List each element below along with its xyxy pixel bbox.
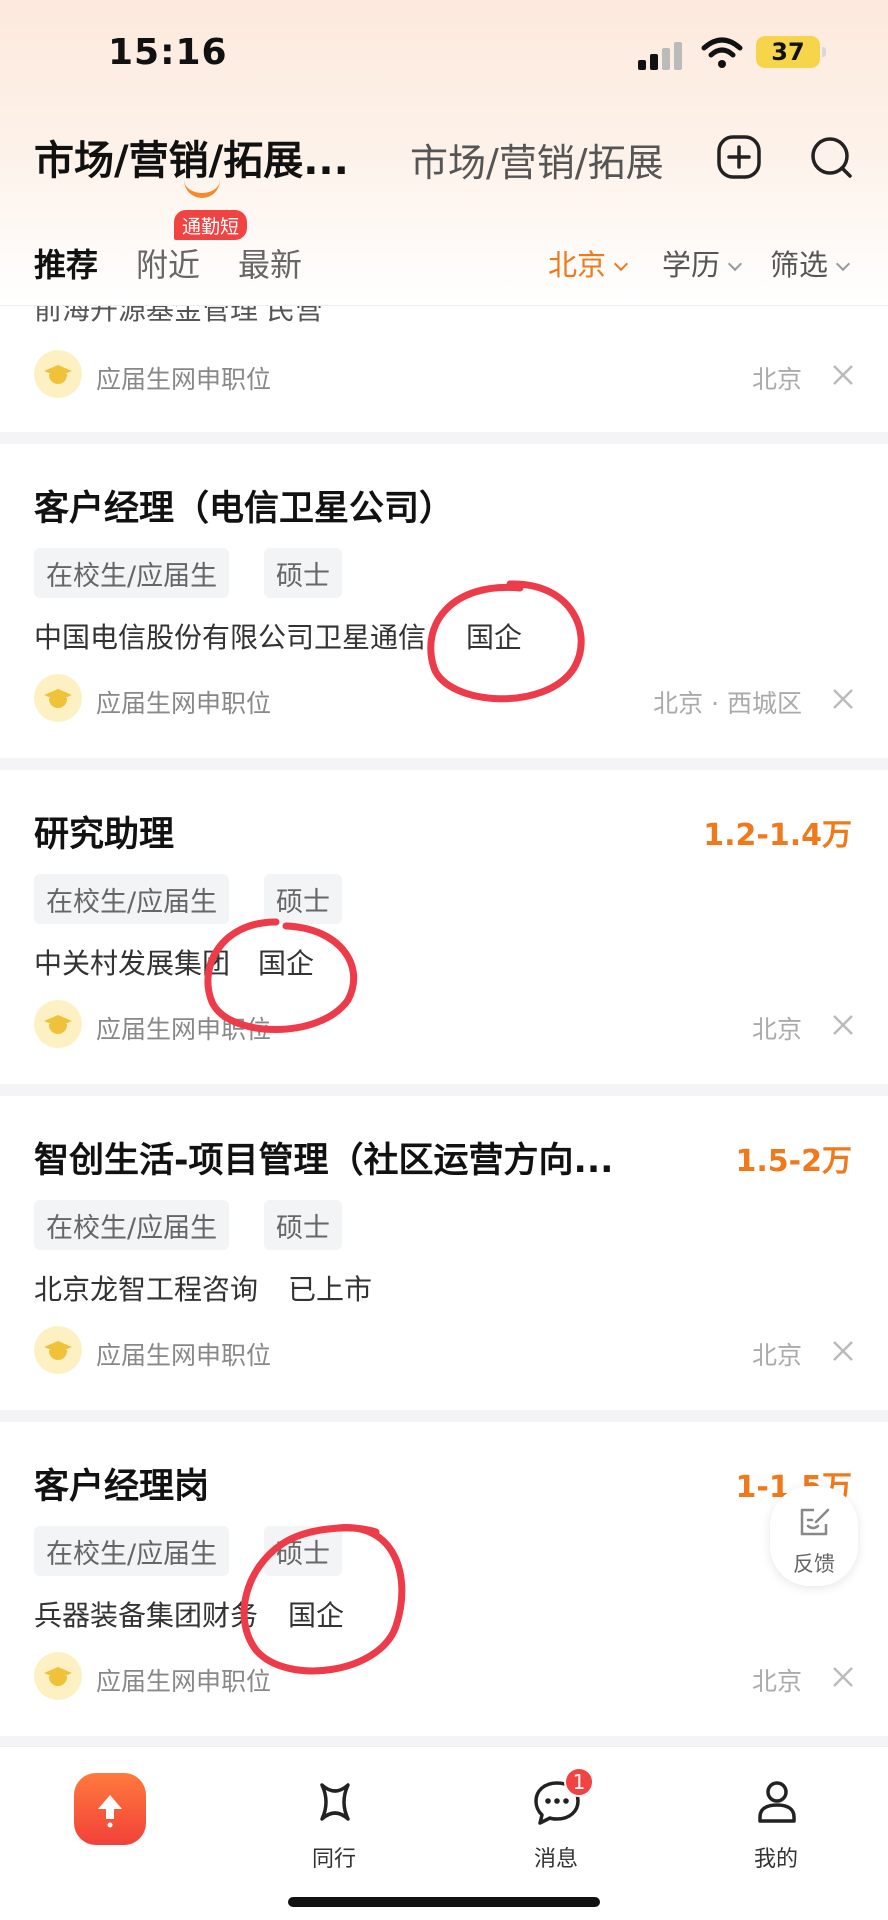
- company-type: 已上市: [288, 1273, 373, 1306]
- add-category-icon[interactable]: [716, 134, 762, 180]
- job-card-partial[interactable]: 前海开源基金管理 民营 应届生网申职位 北京: [0, 290, 888, 432]
- job-card[interactable]: 研究助理 1.2-1.4万 在校生/应届生 硕士 中关村发展集团 国企 应届生网…: [0, 770, 888, 1084]
- chevron-down-icon: [835, 256, 851, 272]
- filter-more[interactable]: 筛选: [770, 242, 851, 284]
- filter-more-label: 筛选: [770, 248, 829, 282]
- filter-city-label: 北京: [548, 248, 607, 282]
- tag-candidate-type: 在校生/应届生: [34, 548, 230, 598]
- source-label: 应届生网申职位: [96, 1667, 272, 1696]
- job-category-title-secondary[interactable]: 市场/营销/拓展: [410, 132, 680, 187]
- location: 北京: [751, 1015, 802, 1044]
- location: 北京: [751, 1341, 802, 1370]
- job-title: 客户经理（电信卫星公司）: [34, 489, 455, 529]
- tag-degree: 硕士: [264, 1526, 342, 1576]
- dismiss-icon[interactable]: [830, 1338, 856, 1364]
- location: 北京 · 西城区: [653, 689, 802, 718]
- salary: 1.5-2万: [735, 1144, 852, 1179]
- filter-education[interactable]: 学历: [662, 242, 743, 284]
- home-indicator: [288, 1897, 600, 1907]
- nav-profile[interactable]: 我的: [716, 1771, 836, 1872]
- tag-degree: 硕士: [264, 874, 342, 924]
- search-icon[interactable]: [808, 134, 854, 180]
- profile-icon: [758, 1781, 796, 1823]
- upload-icon: [74, 1773, 146, 1845]
- job-card[interactable]: 智创生活-项目管理（社区运营方向... 1.5-2万 在校生/应届生 硕士 北京…: [0, 1096, 888, 1410]
- company-type: 国企: [466, 621, 523, 654]
- graduate-cap-icon: [34, 1326, 82, 1374]
- chevron-down-icon: [613, 256, 629, 272]
- tabs-row: 推荐 附近 通勤短 最新 北京 学历 筛选: [0, 210, 888, 292]
- nav-profile-label: 我的: [753, 1847, 798, 1872]
- filter-education-label: 学历: [662, 248, 721, 282]
- nav-messages[interactable]: 1 消息: [496, 1767, 616, 1872]
- graduate-cap-icon: [34, 350, 82, 398]
- company-name: 兵器装备集团财务: [34, 1599, 259, 1632]
- filter-city[interactable]: 北京: [548, 242, 629, 284]
- tab-nearby[interactable]: 附近: [136, 240, 200, 286]
- cellular-signal-icon: [638, 40, 684, 70]
- location: 北京: [751, 365, 802, 394]
- source-label: 应届生网申职位: [96, 1015, 272, 1044]
- job-title: 研究助理: [34, 815, 175, 855]
- graduate-cap-icon: [34, 1000, 82, 1048]
- tab-latest[interactable]: 最新: [238, 240, 302, 286]
- dismiss-icon[interactable]: [830, 1664, 856, 1690]
- job-title: 客户经理岗: [34, 1467, 210, 1507]
- wifi-icon: [701, 37, 743, 68]
- graduate-cap-icon: [34, 1652, 82, 1700]
- tag-candidate-type: 在校生/应届生: [34, 1200, 230, 1250]
- feedback-label: 反馈: [793, 1552, 835, 1576]
- company-type: 国企: [288, 1599, 345, 1632]
- source-label: 应届生网申职位: [96, 1341, 272, 1370]
- nav-peers-label: 同行: [311, 1847, 356, 1872]
- location: 北京: [751, 1667, 802, 1696]
- feedback-button[interactable]: 反馈: [770, 1486, 858, 1586]
- job-list-screen: 15:16 37 市场/营销/拓展... 市场/营销/拓展 推荐 附近 通勤短 …: [0, 0, 888, 1920]
- nav-messages-label: 消息: [533, 1847, 578, 1872]
- active-title-indicator: [184, 180, 220, 198]
- chevron-down-icon: [727, 256, 743, 272]
- tag-candidate-type: 在校生/应届生: [34, 874, 230, 924]
- company-name: 中关村发展集团: [34, 947, 231, 980]
- tag-degree: 硕士: [264, 548, 342, 598]
- tag-candidate-type: 在校生/应届生: [34, 1526, 230, 1576]
- graduate-cap-icon: [34, 674, 82, 722]
- tab-recommend[interactable]: 推荐: [34, 240, 98, 286]
- header: 15:16 37 市场/营销/拓展... 市场/营销/拓展 推荐 附近 通勤短 …: [0, 0, 888, 306]
- dismiss-icon[interactable]: [830, 1012, 856, 1038]
- dismiss-icon[interactable]: [830, 362, 856, 388]
- commute-badge: 通勤短: [174, 210, 248, 240]
- arrow-up-icon: [98, 1795, 122, 1828]
- status-bar: 15:16 37: [0, 0, 888, 100]
- message-count-badge: 1: [564, 1767, 594, 1797]
- tag-degree: 硕士: [264, 1200, 342, 1250]
- job-title: 智创生活-项目管理（社区运营方向...: [34, 1141, 614, 1181]
- source-label: 应届生网申职位: [96, 689, 272, 718]
- dismiss-icon[interactable]: [830, 686, 856, 712]
- status-time: 15:16: [108, 32, 228, 73]
- job-card[interactable]: 客户经理岗 1-1.5万 在校生/应届生 硕士 兵器装备集团财务 国企 应届生网…: [0, 1422, 888, 1736]
- peer-icon: [320, 1783, 350, 1821]
- company-name: 北京龙智工程咨询: [34, 1273, 259, 1306]
- title-row: 市场/营销/拓展... 市场/营销/拓展: [0, 118, 888, 198]
- feedback-icon: [800, 1508, 830, 1536]
- source-label: 应届生网申职位: [96, 365, 272, 394]
- company-type: 国企: [258, 947, 315, 980]
- job-category-title[interactable]: 市场/营销/拓展...: [34, 128, 349, 186]
- nav-upload[interactable]: [50, 1771, 170, 1871]
- salary: 1.2-1.4万: [703, 818, 852, 853]
- job-card[interactable]: 客户经理（电信卫星公司） 在校生/应届生 硕士 中国电信股份有限公司卫星通信 国…: [0, 444, 888, 758]
- nav-peers[interactable]: 同行: [274, 1771, 394, 1872]
- bottom-nav: 同行 1 消息 我的: [0, 1746, 888, 1920]
- battery-indicator: 37: [756, 36, 826, 68]
- company-name: 中国电信股份有限公司卫星通信: [34, 621, 427, 654]
